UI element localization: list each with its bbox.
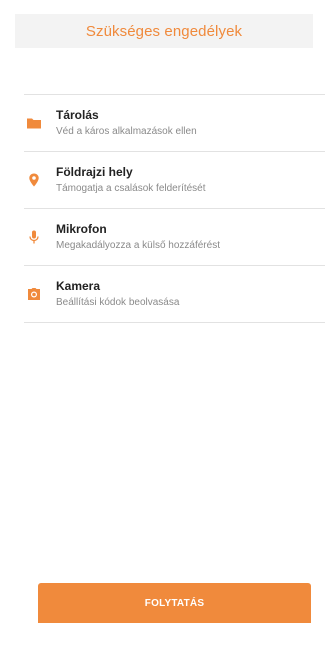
permission-title: Mikrofon [56, 222, 107, 236]
location-pin-icon [26, 172, 42, 188]
permission-item-camera: Kamera Beállítási kódok beolvasása [24, 266, 325, 323]
permission-description: Beállítási kódok beolvasása [56, 297, 180, 308]
permission-title: Tárolás [56, 108, 99, 122]
permission-item-storage: Tárolás Véd a káros alkalmazások ellen [24, 95, 325, 152]
continue-button[interactable]: FOLYTATÁS [38, 583, 311, 623]
permission-list: Tárolás Véd a káros alkalmazások ellen F… [24, 94, 325, 323]
permission-description: Támogatja a csalások felderítését [56, 183, 206, 194]
permission-item-microphone: Mikrofon Megakadályozza a külső hozzáfér… [24, 209, 325, 266]
microphone-icon [26, 229, 42, 245]
permission-description: Megakadályozza a külső hozzáférést [56, 240, 220, 251]
continue-button-label: FOLYTATÁS [144, 597, 205, 609]
page-header: Szükséges engedélyek [15, 14, 313, 48]
permission-item-location: Földrajzi hely Támogatja a csalások feld… [24, 152, 325, 209]
folder-icon [26, 115, 42, 131]
page-title: Szükséges engedélyek [85, 22, 243, 40]
permission-description: Véd a káros alkalmazások ellen [56, 126, 197, 137]
permission-title: Kamera [56, 279, 101, 293]
camera-icon [26, 286, 42, 302]
permission-title: Földrajzi hely [56, 165, 133, 179]
